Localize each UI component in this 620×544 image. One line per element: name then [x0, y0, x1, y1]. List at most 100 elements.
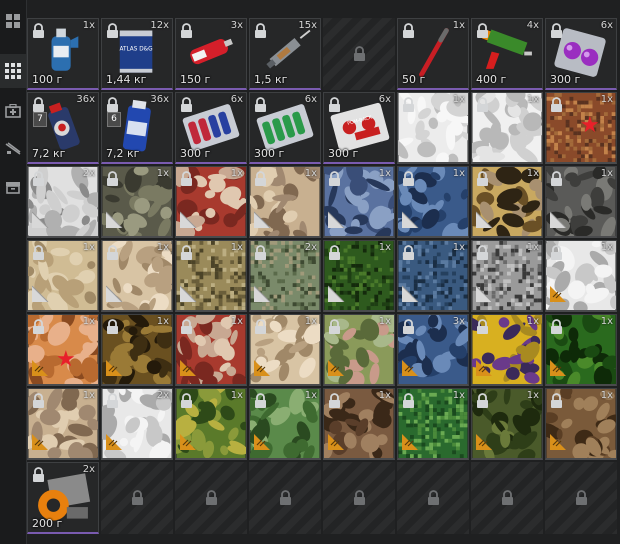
lock-icon — [180, 319, 193, 338]
lock-icon — [106, 319, 119, 338]
lock-icon — [254, 23, 267, 42]
all-items-tab[interactable] — [0, 4, 26, 38]
quantity-label: 1x — [600, 242, 613, 253]
empty-slot[interactable] — [249, 462, 321, 534]
fold-corner-icon — [401, 208, 422, 232]
camo-slot-navy-blue[interactable]: 3x — [397, 314, 469, 386]
camo-slot-blue-grey[interactable]: 1x — [323, 166, 395, 238]
weight-label: 200 г — [32, 517, 63, 530]
camo-slot-green-woodland[interactable]: 1x — [249, 388, 321, 460]
camo-slot-grey-digital[interactable]: 1x — [471, 240, 543, 312]
camo-slot-brown-woodland[interactable]: 1x — [323, 388, 395, 460]
camo-slot-green-pixel[interactable]: 1x — [397, 388, 469, 460]
armband-orange-icon — [32, 356, 52, 380]
camo-slot-urban-dark[interactable]: 1x — [545, 166, 617, 238]
empty-slot[interactable] — [101, 462, 173, 534]
armband-orange-icon — [476, 356, 496, 380]
fold-corner-icon — [327, 208, 348, 232]
empty-slot[interactable] — [323, 18, 395, 90]
quantity-label: 3x — [452, 316, 465, 327]
lock-icon — [131, 490, 144, 509]
camo-slot-orange-star[interactable]: ★ 1x — [27, 314, 99, 386]
quantity-label: 15x — [298, 20, 317, 31]
container-tab[interactable] — [0, 170, 26, 204]
weight-label: 7,2 кг — [106, 147, 140, 160]
item-slot-spray-can-6[interactable]: 6 36x 7,2 кг — [101, 92, 173, 164]
empty-slot[interactable] — [545, 462, 617, 534]
lock-icon — [254, 393, 267, 412]
quantity-label: 2x — [82, 464, 95, 475]
camo-slot-red-camo[interactable]: 1x — [175, 166, 247, 238]
fold-corner-icon — [475, 208, 496, 232]
quantity-label: 1x — [526, 316, 539, 327]
camo-slot-winter[interactable]: 1x — [471, 92, 543, 164]
item-slot-blister-red[interactable]: 6x 300 г — [175, 92, 247, 164]
camo-slot-red-camo[interactable]: 1x — [175, 314, 247, 386]
camo-slot-yellow-purple[interactable]: 1x — [471, 314, 543, 386]
grid-view-tab[interactable] — [0, 54, 26, 88]
camo-slot-olive-green[interactable]: 1x — [471, 388, 543, 460]
camo-slot-forest-dark[interactable]: 1x — [101, 166, 173, 238]
item-slot-blister-green[interactable]: 6x 300 г — [249, 92, 321, 164]
camo-slot-green-leaf[interactable]: 1x — [545, 314, 617, 386]
weapon-tab[interactable] — [0, 132, 26, 166]
camo-slot-tan-woodland[interactable]: 1x — [471, 166, 543, 238]
camo-slot-white-grey[interactable]: 2x — [101, 388, 173, 460]
camo-slot-white-grey[interactable]: 1x — [545, 240, 617, 312]
quantity-label: 4x — [526, 20, 539, 31]
empty-slot[interactable] — [323, 462, 395, 534]
quantity-label: 3x — [230, 20, 243, 31]
item-slot-pom-pack[interactable]: POM-BACK 6x 300 г — [323, 92, 395, 164]
lock-icon — [328, 393, 341, 412]
camo-slot-brown-tan[interactable]: 1x — [545, 388, 617, 460]
lock-icon — [180, 245, 193, 264]
item-slot-red-stick[interactable]: 1x 50 г — [397, 18, 469, 90]
armband-orange-icon — [550, 430, 570, 454]
camo-slot-desert-beige[interactable]: 1x — [249, 166, 321, 238]
camo-slot-green-yellow[interactable]: 1x — [175, 388, 247, 460]
camo-slot-digital-olive[interactable]: 1x — [175, 240, 247, 312]
empty-slot[interactable] — [397, 462, 469, 534]
empty-slot[interactable] — [471, 462, 543, 534]
camo-slot-sand[interactable]: 1x — [27, 240, 99, 312]
quantity-label: 1x — [230, 242, 243, 253]
lock-icon — [550, 393, 563, 412]
item-slot-syringe[interactable]: 15x 1,5 кг — [249, 18, 321, 90]
quantity-label: 1x — [230, 316, 243, 327]
camo-slot-olive-pink[interactable]: 1x — [323, 314, 395, 386]
item-slot-blue-bottle[interactable]: 1x 100 г — [27, 18, 99, 90]
item-slot-injector-red[interactable]: 3x 150 г — [175, 18, 247, 90]
quantity-label: 36x — [150, 94, 169, 105]
item-slot-caulk-gun[interactable]: 4x 400 г — [471, 18, 543, 90]
camo-slot-navy-blue[interactable]: 1x — [397, 166, 469, 238]
lock-icon — [106, 393, 119, 412]
item-slot-duct-tape[interactable]: 2x 200 г — [27, 462, 99, 534]
camo-slot-tan-light[interactable]: 1x — [101, 240, 173, 312]
lock-icon — [254, 171, 267, 190]
item-slot-atlas-can[interactable]: ATLAS D&G 12x 1,44 кг — [101, 18, 173, 90]
camo-slot-snow[interactable]: 1x — [397, 92, 469, 164]
camo-slot-tan-light[interactable]: 1x — [249, 314, 321, 386]
lock-icon — [32, 23, 45, 42]
lock-icon — [476, 245, 489, 264]
camo-slot-snow-grey[interactable]: 2x — [27, 166, 99, 238]
camo-slot-desert-beige[interactable]: 1x — [27, 388, 99, 460]
armband-orange-icon — [106, 356, 126, 380]
item-slot-spray-can-7[interactable]: 7 36x 7,2 кг — [27, 92, 99, 164]
quantity-label: 1x — [304, 168, 317, 179]
lock-icon — [180, 97, 193, 116]
quantity-label: 1x — [526, 242, 539, 253]
camo-slot-dark-brown[interactable]: 1x — [101, 314, 173, 386]
camo-slot-digital-mix[interactable]: 2x — [249, 240, 321, 312]
camo-slot-flora-star[interactable]: ★ 1x — [545, 92, 617, 164]
medkit-tab[interactable] — [0, 94, 26, 128]
lock-icon — [32, 393, 45, 412]
armband-orange-icon — [180, 356, 200, 380]
quantity-label: 1x — [378, 390, 391, 401]
camo-slot-blue-digital[interactable]: 1x — [397, 240, 469, 312]
camo-slot-green-digital[interactable]: 1x — [323, 240, 395, 312]
empty-slot[interactable] — [175, 462, 247, 534]
quantity-label: 1x — [82, 20, 95, 31]
item-slot-purple-balls[interactable]: 6x 300 г — [545, 18, 617, 90]
lock-icon — [353, 490, 366, 509]
